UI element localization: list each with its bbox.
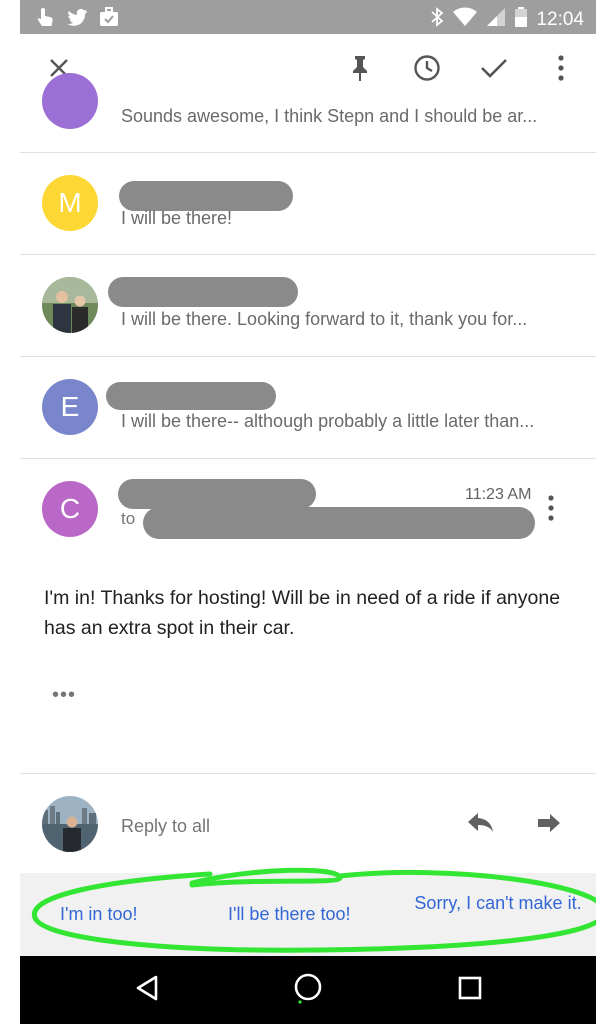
navigation-bar [20,956,596,1024]
home-circle-icon [293,972,323,1009]
phone-screen: 12:04 Sounds awesome, I think Stepn and … [20,0,596,1024]
back-triangle-icon [134,974,160,1007]
recents-square-icon [457,975,483,1006]
right-margin [596,0,616,1024]
highlight-ellipse [31,867,596,953]
back-button[interactable] [131,974,163,1006]
recents-button[interactable] [454,974,486,1006]
left-margin [0,0,20,1024]
home-button[interactable] [292,972,324,1009]
